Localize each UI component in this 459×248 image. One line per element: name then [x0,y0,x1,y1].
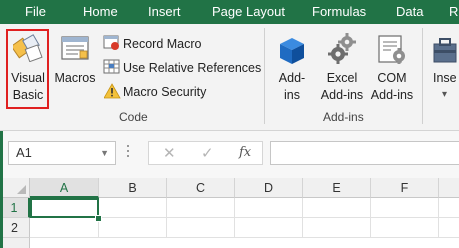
store-addins-icon [280,38,304,64]
cell-c2[interactable] [167,218,235,238]
macro-security-label: Macro Security [123,85,207,99]
window-edge [0,131,3,248]
cell-partial[interactable] [439,198,459,218]
cell-partial[interactable] [439,218,459,238]
macros-label: Macros [54,71,96,85]
ribbon: Visual Basic Macros Record Macro Use Rel… [0,24,459,131]
name-box-value: A1 [16,145,32,160]
select-all-button[interactable] [0,178,30,198]
cell-b2[interactable] [99,218,167,238]
group-separator [264,28,265,124]
add-ins-label-line2: ins [284,88,300,102]
tab-page-layout[interactable]: Page Layout [212,0,285,24]
gears-icon [328,33,356,64]
name-box[interactable]: A1 ▼ [8,141,116,165]
chevron-down-icon: ▾ [442,89,448,100]
menu-bar: File Home Insert Page Layout Formulas Da… [0,0,459,24]
macros-icon [61,36,89,60]
row-header-2[interactable]: 2 [0,218,30,238]
row-header-1[interactable]: 1 [0,198,30,218]
visual-basic-icon [13,34,43,62]
tab-insert[interactable]: Insert [148,0,181,24]
record-macro-label: Record Macro [123,37,202,51]
tab-data[interactable]: Data [396,0,423,24]
column-header-f[interactable]: F [371,178,439,198]
add-ins-label-line1: Add- [278,71,306,85]
cell-d1[interactable] [235,198,303,218]
fill-handle[interactable] [95,215,102,222]
cell-f1[interactable] [371,198,439,218]
column-header-partial[interactable] [439,178,459,198]
cell-d2[interactable] [235,218,303,238]
cell-e2[interactable] [303,218,371,238]
formula-bar-area: A1 ▼ ✕ ✓ fx [0,131,459,178]
formula-buttons: ✕ ✓ fx [148,141,263,165]
com-add-ins-label-line1: COM [377,71,407,85]
formula-input[interactable] [270,141,459,165]
worksheet-grid: A B C D E F 1 2 [0,178,459,248]
enter-icon[interactable]: ✓ [201,144,214,162]
toolbox-icon [433,38,457,63]
warning-icon [104,83,121,99]
chevron-down-icon[interactable]: ▼ [100,142,109,164]
tab-formulas[interactable]: Formulas [312,0,366,24]
cell-a2[interactable] [30,218,99,238]
cell-b1[interactable] [99,198,167,218]
group-separator [422,28,423,124]
code-group-label: Code [119,110,148,124]
cell-f2[interactable] [371,218,439,238]
com-addins-icon [378,35,405,64]
tab-file[interactable]: File [25,0,46,24]
tab-home[interactable]: Home [83,0,118,24]
excel-add-ins-label-line2: Add-ins [320,88,364,102]
cell-c1[interactable] [167,198,235,218]
record-macro-icon [103,35,119,50]
add-ins-group-label: Add-ins [323,110,364,124]
row-header-partial[interactable] [0,238,30,248]
column-header-a[interactable]: A [30,178,99,198]
column-header-e[interactable]: E [303,178,371,198]
cell-e1[interactable] [303,198,371,218]
excel-add-ins-label-line1: Excel [326,71,358,85]
cell-a1[interactable] [30,198,99,218]
visual-basic-label-line1: Visual [11,71,45,85]
com-add-ins-label-line2: Add-ins [370,88,414,102]
column-header-b[interactable]: B [99,178,167,198]
insert-controls-label: Inse [433,71,457,85]
cancel-icon[interactable]: ✕ [163,144,176,162]
column-header-c[interactable]: C [167,178,235,198]
tab-review-partial[interactable]: R [449,0,458,24]
insert-function-icon[interactable]: fx [239,145,251,160]
formula-bar-splitter[interactable] [127,145,130,159]
column-header-d[interactable]: D [235,178,303,198]
use-relative-references-label: Use Relative References [123,61,262,75]
visual-basic-label-line2: Basic [12,88,44,102]
relative-references-icon [103,59,120,74]
